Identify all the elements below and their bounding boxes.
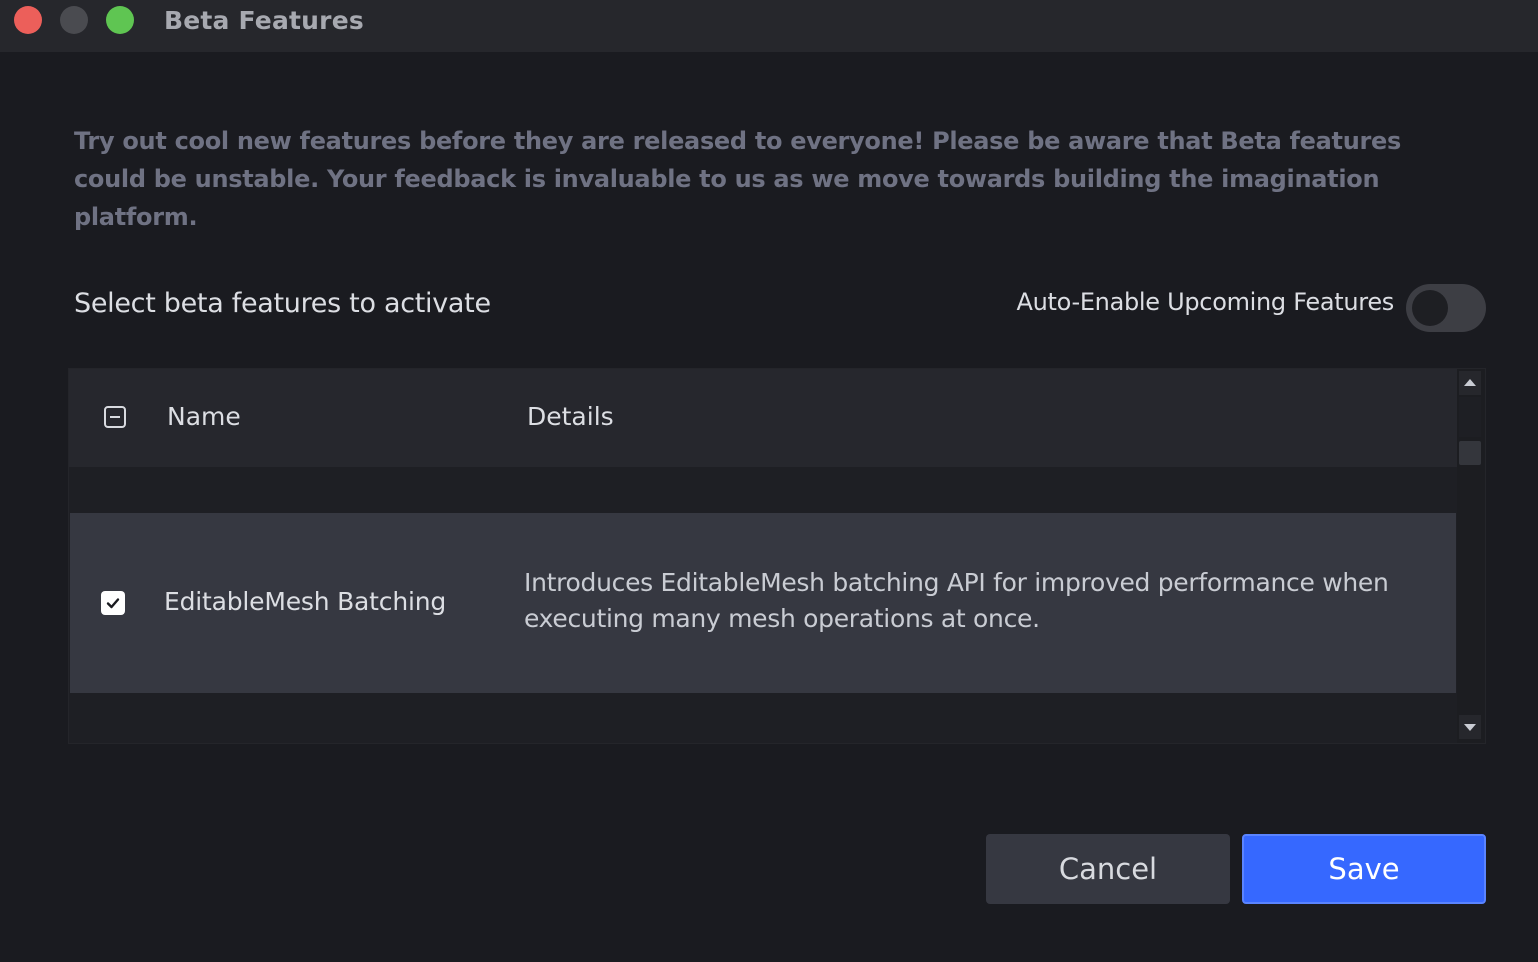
table-scrollbar[interactable] [1457, 369, 1485, 743]
maximize-window-button[interactable] [106, 6, 134, 34]
table-header: Name Details [69, 369, 1457, 467]
auto-enable-label: Auto-Enable Upcoming Features [1016, 288, 1394, 316]
column-header-name: Name [167, 402, 241, 431]
cancel-button[interactable]: Cancel [986, 834, 1230, 904]
checkmark-icon [106, 598, 120, 609]
save-button[interactable]: Save [1242, 834, 1486, 904]
scroll-down-arrow-icon[interactable] [1459, 715, 1481, 739]
window-title: Beta Features [164, 6, 364, 35]
toggle-knob [1412, 290, 1448, 326]
beta-features-table: Name Details EditableMesh Batching Intro… [68, 368, 1486, 744]
row-checkbox[interactable] [101, 591, 125, 615]
scroll-up-arrow-icon[interactable] [1459, 371, 1481, 395]
auto-enable-toggle[interactable] [1406, 284, 1486, 332]
column-header-details: Details [527, 402, 614, 431]
scroll-track [1459, 397, 1481, 437]
section-label: Select beta features to activate [74, 288, 491, 319]
feature-details: Introduces EditableMesh batching API for… [524, 568, 1389, 633]
scroll-thumb[interactable] [1459, 441, 1481, 465]
table-row[interactable]: EditableMesh Batching Introduces Editabl… [70, 513, 1456, 693]
title-bar: Beta Features [0, 0, 1538, 52]
intro-text: Try out cool new features before they ar… [74, 127, 1401, 231]
close-window-button[interactable] [14, 6, 42, 34]
minimize-window-button[interactable] [60, 6, 88, 34]
feature-name: EditableMesh Batching [164, 587, 447, 616]
select-all-checkbox[interactable] [104, 406, 126, 428]
